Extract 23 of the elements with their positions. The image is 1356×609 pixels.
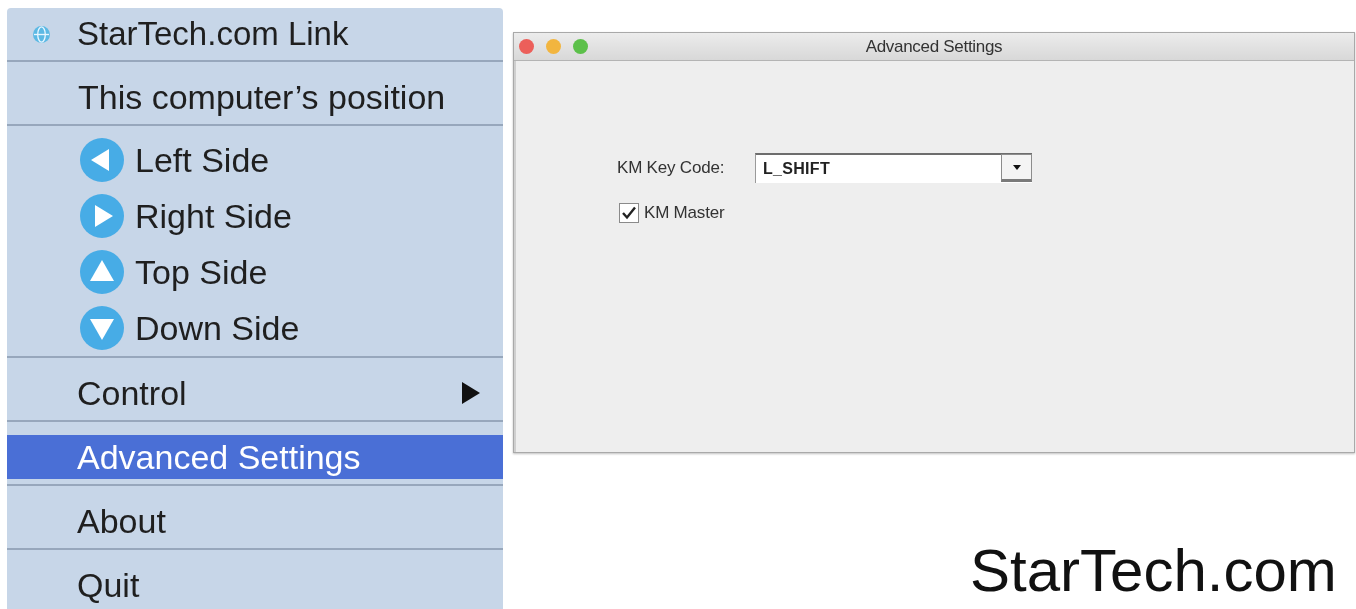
submenu-arrow-icon xyxy=(462,382,480,404)
field-label: KM Key Code: xyxy=(617,158,726,178)
brand-text: StarTech.com xyxy=(970,541,1337,601)
menu-title: StarTech.com Link xyxy=(77,14,349,54)
zoom-icon[interactable] xyxy=(573,39,588,54)
menu-item[interactable]: Quit xyxy=(7,563,503,607)
minimize-icon[interactable] xyxy=(546,39,561,54)
close-icon[interactable] xyxy=(519,39,534,54)
menu-item[interactable]: Right Side xyxy=(7,188,503,244)
section-label: This computer’s position xyxy=(78,77,446,118)
menu-item[interactable]: Down Side xyxy=(7,300,503,356)
menu-item[interactable]: Advanced Settings xyxy=(7,435,503,479)
globe-icon xyxy=(33,25,50,43)
menu-item[interactable]: Control xyxy=(7,371,503,415)
menu-item[interactable]: About xyxy=(7,499,503,543)
dropdown-button[interactable] xyxy=(1001,154,1032,182)
checkbox-label: KM Master xyxy=(644,203,725,223)
window-title: Advanced Settings xyxy=(865,36,1003,57)
checkbox[interactable] xyxy=(619,203,639,223)
key-code-dropdown[interactable]: L_SHIFT xyxy=(755,153,1032,183)
caret-icon xyxy=(1012,164,1021,170)
menu-item[interactable]: Left Side xyxy=(7,132,503,188)
menu-item[interactable]: Top Side xyxy=(7,244,503,300)
